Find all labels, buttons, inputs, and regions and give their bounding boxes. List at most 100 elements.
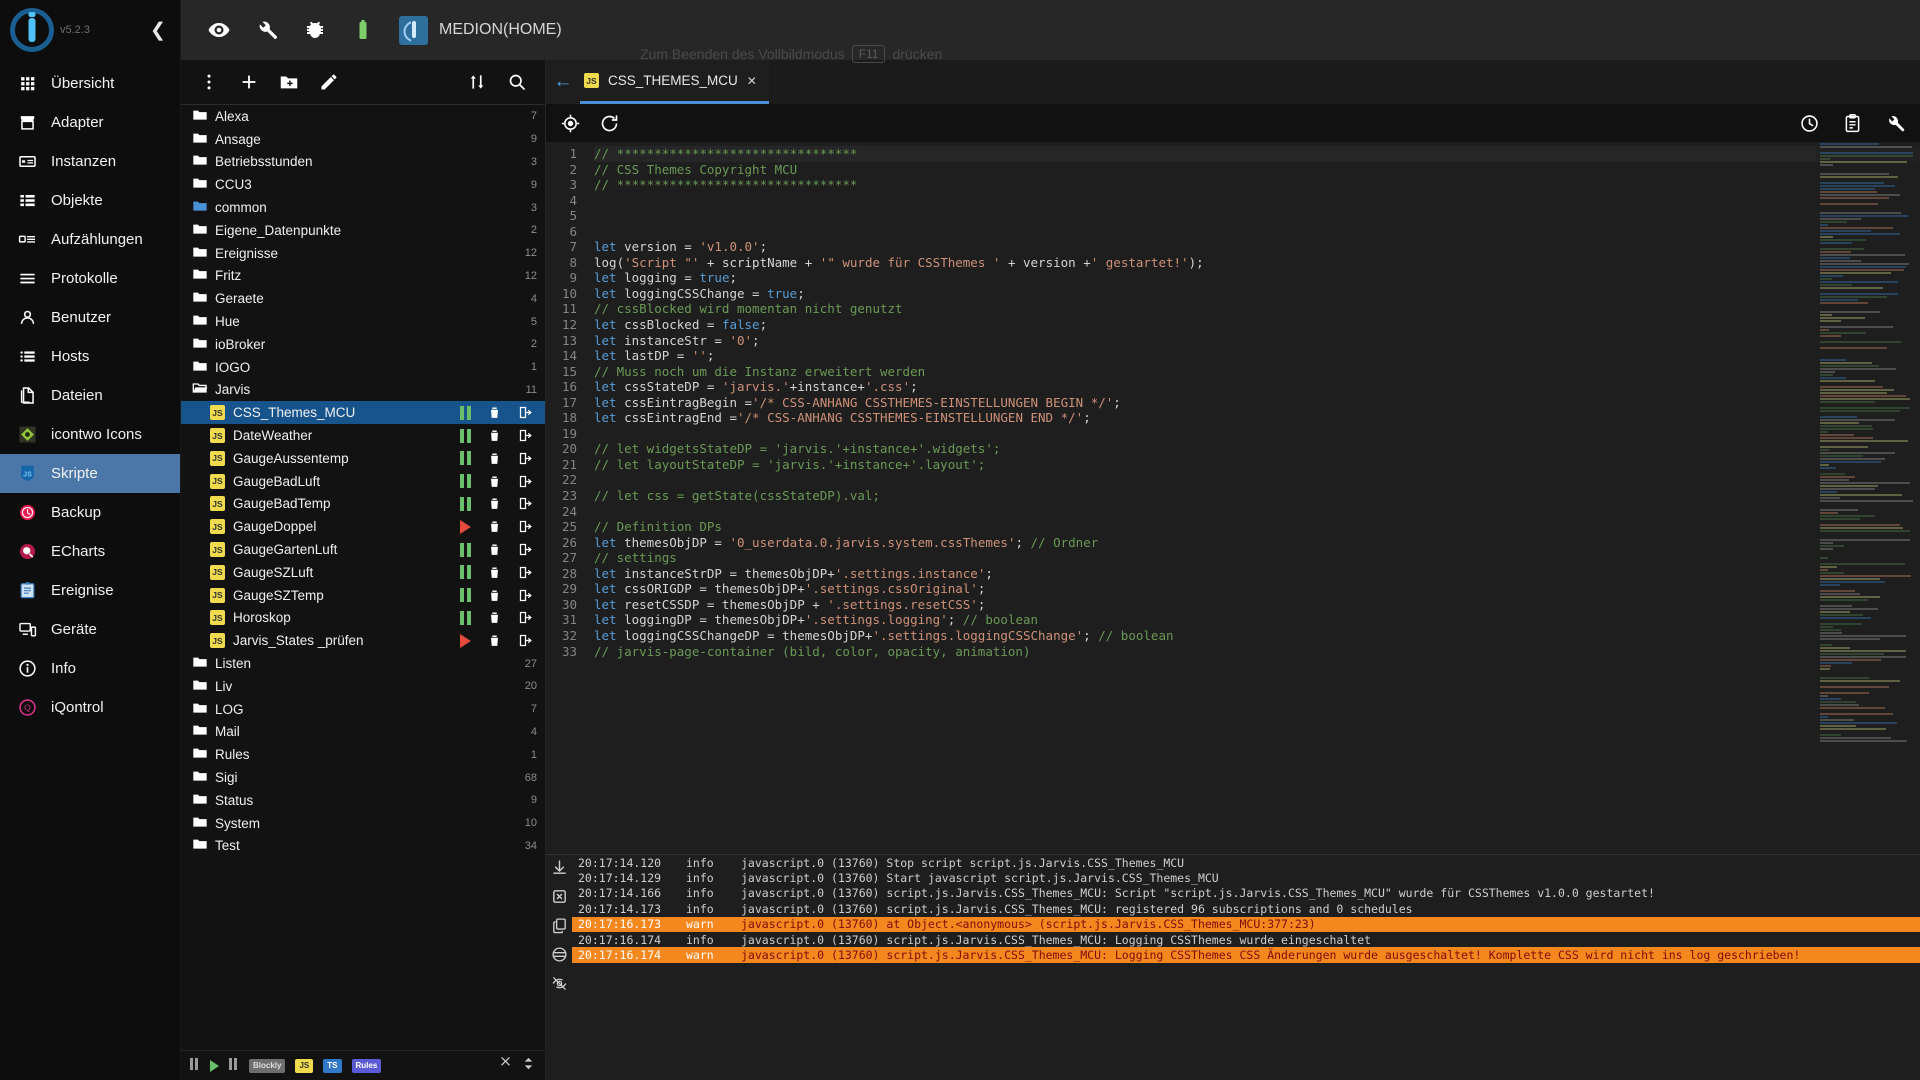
delete-icon[interactable] (487, 474, 502, 489)
collapse-all-icon[interactable] (498, 1056, 513, 1076)
target-icon[interactable] (560, 113, 581, 134)
export-icon[interactable] (518, 451, 533, 466)
wrench-icon[interactable] (243, 6, 291, 54)
expand-all-icon[interactable] (521, 1056, 536, 1076)
code-content[interactable]: // ********************************// CS… (586, 142, 1920, 854)
tree-folder-row[interactable]: Ereignisse 12 (181, 242, 545, 265)
sidebar-item-backup[interactable]: Backup (0, 493, 180, 532)
tree-folder-row[interactable]: System 10 (181, 812, 545, 835)
log-row[interactable]: 20:17:16.174 warn javascript.0 (13760) scr… (572, 947, 1920, 963)
sidebar-item-aufz-hlungen[interactable]: Aufzählungen (0, 220, 180, 259)
settings-icon[interactable] (1885, 113, 1906, 134)
log-row[interactable]: 20:17:14.120 info javascript.0 (13760) Sto… (572, 855, 1920, 870)
tree-script-row[interactable]: JS Jarvis_States _prüfen (181, 629, 545, 652)
tree-script-row[interactable]: JS GaugeAussentemp (181, 447, 545, 470)
play-icon[interactable] (460, 633, 471, 648)
tree-folder-row[interactable]: Betriebsstunden 3 (181, 151, 545, 174)
tree-folder-row[interactable]: IOGO 1 (181, 356, 545, 379)
log-row[interactable]: 20:17:16.174 info javascript.0 (13760) scr… (572, 932, 1920, 947)
tree-script-row[interactable]: JS Horoskop (181, 607, 545, 630)
sidebar-item-bersicht[interactable]: Übersicht (0, 64, 180, 103)
pause-icon[interactable] (460, 474, 471, 489)
hide-icon[interactable] (551, 975, 568, 992)
export-icon[interactable] (518, 405, 533, 420)
pause-icon[interactable] (460, 588, 471, 603)
tree-script-row[interactable]: JS CSS_Themes_MCU (181, 401, 545, 425)
copy-icon[interactable] (551, 917, 568, 934)
delete-icon[interactable] (487, 405, 502, 420)
tree-script-row[interactable]: JS GaugeGartenLuft (181, 538, 545, 561)
pause-icon[interactable] (460, 496, 471, 511)
host-indicator[interactable]: MEDION(HOME) (399, 15, 562, 45)
sidebar-item-info[interactable]: Info (0, 649, 180, 688)
pause-icon[interactable] (460, 610, 471, 625)
delete-icon[interactable] (487, 610, 502, 625)
delete-icon[interactable] (487, 633, 502, 648)
sidebar-item-icontwo-icons[interactable]: icontwo Icons (0, 415, 180, 454)
log-row[interactable]: 20:17:16.173 warn javascript.0 (13760) at … (572, 916, 1920, 932)
pause-icon[interactable] (460, 428, 471, 443)
back-arrow-icon[interactable]: ← (546, 60, 580, 104)
sidebar-item-benutzer[interactable]: Benutzer (0, 298, 180, 337)
play-icon[interactable] (460, 519, 471, 534)
sidebar-item-objekte[interactable]: Objekte (0, 181, 180, 220)
sidebar-item-ereignise[interactable]: Ereignise (0, 571, 180, 610)
chip-ts[interactable]: TS (323, 1058, 342, 1073)
export-icon[interactable] (518, 519, 533, 534)
tree-folder-row[interactable]: Sigi 68 (181, 766, 545, 789)
script-tree-list[interactable]: Alexa 7 Ansage 9 Betriebsstunden 3 CCU3 9 common… (181, 104, 545, 1050)
bug-icon[interactable] (291, 6, 339, 54)
add-folder-icon[interactable] (271, 64, 307, 100)
chip-rules[interactable]: Rules (351, 1058, 382, 1073)
footer-play-icon[interactable] (210, 1059, 219, 1072)
log-row[interactable]: 20:17:14.173 info javascript.0 (13760) scr… (572, 901, 1920, 916)
export-icon[interactable] (518, 428, 533, 443)
export-icon[interactable] (518, 633, 533, 648)
refresh-icon[interactable] (599, 113, 620, 134)
delete-icon[interactable] (487, 428, 502, 443)
tree-script-row[interactable]: JS GaugeDoppel (181, 515, 545, 538)
tree-folder-row[interactable]: Ansage 9 (181, 128, 545, 151)
clear-log-icon[interactable] (551, 888, 568, 905)
sidebar-item-adapter[interactable]: Adapter (0, 103, 180, 142)
tree-folder-row[interactable]: CCU3 9 (181, 173, 545, 196)
edit-icon[interactable] (311, 64, 347, 100)
footer-pause2-icon[interactable] (229, 1057, 239, 1075)
log-row[interactable]: 20:17:14.166 info javascript.0 (13760) scr… (572, 886, 1920, 901)
clipboard-icon[interactable] (1842, 113, 1863, 134)
tree-folder-row[interactable]: Jarvis 11 (181, 379, 545, 402)
chip-js[interactable]: JS (295, 1058, 314, 1073)
pause-icon[interactable] (460, 405, 471, 420)
tree-folder-row[interactable]: Mail 4 (181, 721, 545, 744)
tree-folder-row[interactable]: Listen 27 (181, 652, 545, 675)
delete-icon[interactable] (487, 519, 502, 534)
tree-folder-row[interactable]: Hue 5 (181, 310, 545, 333)
delete-icon[interactable] (487, 451, 502, 466)
tree-script-row[interactable]: JS GaugeBadTemp (181, 493, 545, 516)
sidebar-item-ger-te[interactable]: Geräte (0, 610, 180, 649)
export-icon[interactable] (518, 610, 533, 625)
log-table[interactable]: 20:17:14.120 info javascript.0 (13760) Sto… (572, 855, 1920, 1080)
tree-folder-row[interactable]: common 3 (181, 196, 545, 219)
sidebar-item-protokolle[interactable]: Protokolle (0, 259, 180, 298)
sidebar-item-skripte[interactable]: JS Skripte (0, 454, 180, 493)
sort-icon[interactable] (459, 64, 495, 100)
tree-folder-row[interactable]: Fritz 12 (181, 265, 545, 288)
code-editor[interactable]: 1 2 3 4 5 6 7 8 9 10 11 12 13 14 15 16 17 18 19 20 21 22 23 24 2… (546, 142, 1920, 854)
tree-folder-row[interactable]: Rules 1 (181, 743, 545, 766)
tree-folder-row[interactable]: ioBroker 2 (181, 333, 545, 356)
tree-script-row[interactable]: JS DateWeather (181, 424, 545, 447)
delete-icon[interactable] (487, 565, 502, 580)
history-icon[interactable] (1799, 113, 1820, 134)
tree-folder-row[interactable]: LOG 7 (181, 698, 545, 721)
download-icon[interactable] (551, 859, 568, 876)
tree-folder-row[interactable]: Status 9 (181, 789, 545, 812)
search-icon[interactable] (499, 64, 535, 100)
pause-icon[interactable] (460, 542, 471, 557)
tree-script-row[interactable]: JS GaugeSZLuft (181, 561, 545, 584)
export-icon[interactable] (518, 588, 533, 603)
tree-folder-row[interactable]: Alexa 7 (181, 105, 545, 128)
delete-icon[interactable] (487, 496, 502, 511)
export-icon[interactable] (518, 542, 533, 557)
pause-icon[interactable] (460, 451, 471, 466)
